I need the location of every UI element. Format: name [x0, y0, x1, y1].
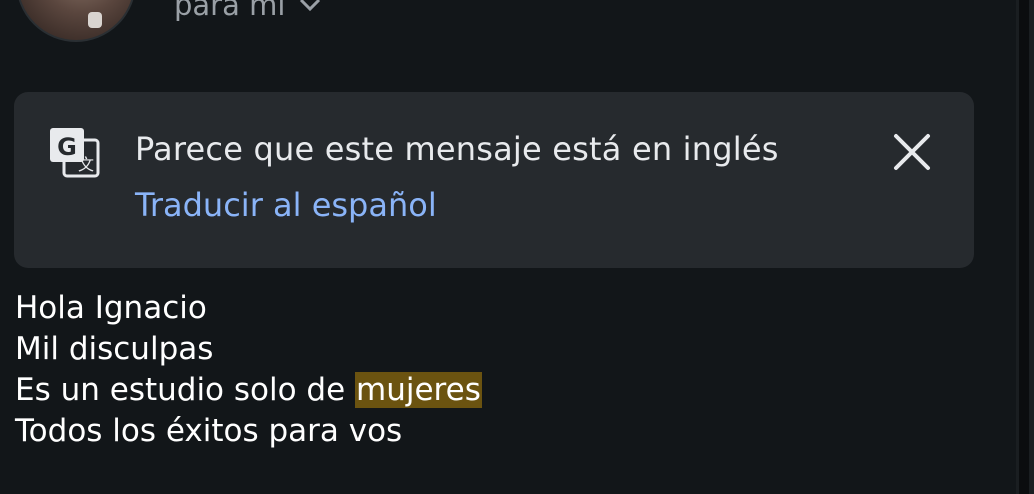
translate-link[interactable]: Traducir al español: [135, 186, 437, 224]
translate-icon: G 文: [48, 126, 102, 180]
email-line: Hola Ignacio: [15, 290, 207, 326]
translate-banner: G 文 Parece que este mensaje está en ingl…: [14, 92, 974, 268]
recipient-label: para mí: [174, 0, 286, 22]
email-line: Es un estudio solo de mujeres: [15, 370, 482, 411]
svg-text:文: 文: [78, 155, 94, 174]
avatar[interactable]: [16, 0, 136, 42]
scrollbar[interactable]: [1016, 0, 1034, 494]
close-icon[interactable]: [890, 130, 934, 174]
email-line-text: Es un estudio solo de: [15, 372, 356, 408]
email-line: Mil disculpas: [15, 331, 214, 367]
search-highlight: mujeres: [355, 372, 482, 408]
email-line: Todos los éxitos para vos: [15, 413, 403, 449]
recipient-details-toggle[interactable]: para mí: [174, 0, 321, 22]
translate-banner-message: Parece que este mensaje está en inglés: [135, 130, 779, 168]
email-body: Hola Ignacio Mil disculpas Es un estudio…: [15, 288, 482, 452]
chevron-down-icon: [299, 0, 321, 12]
svg-text:G: G: [57, 133, 77, 161]
